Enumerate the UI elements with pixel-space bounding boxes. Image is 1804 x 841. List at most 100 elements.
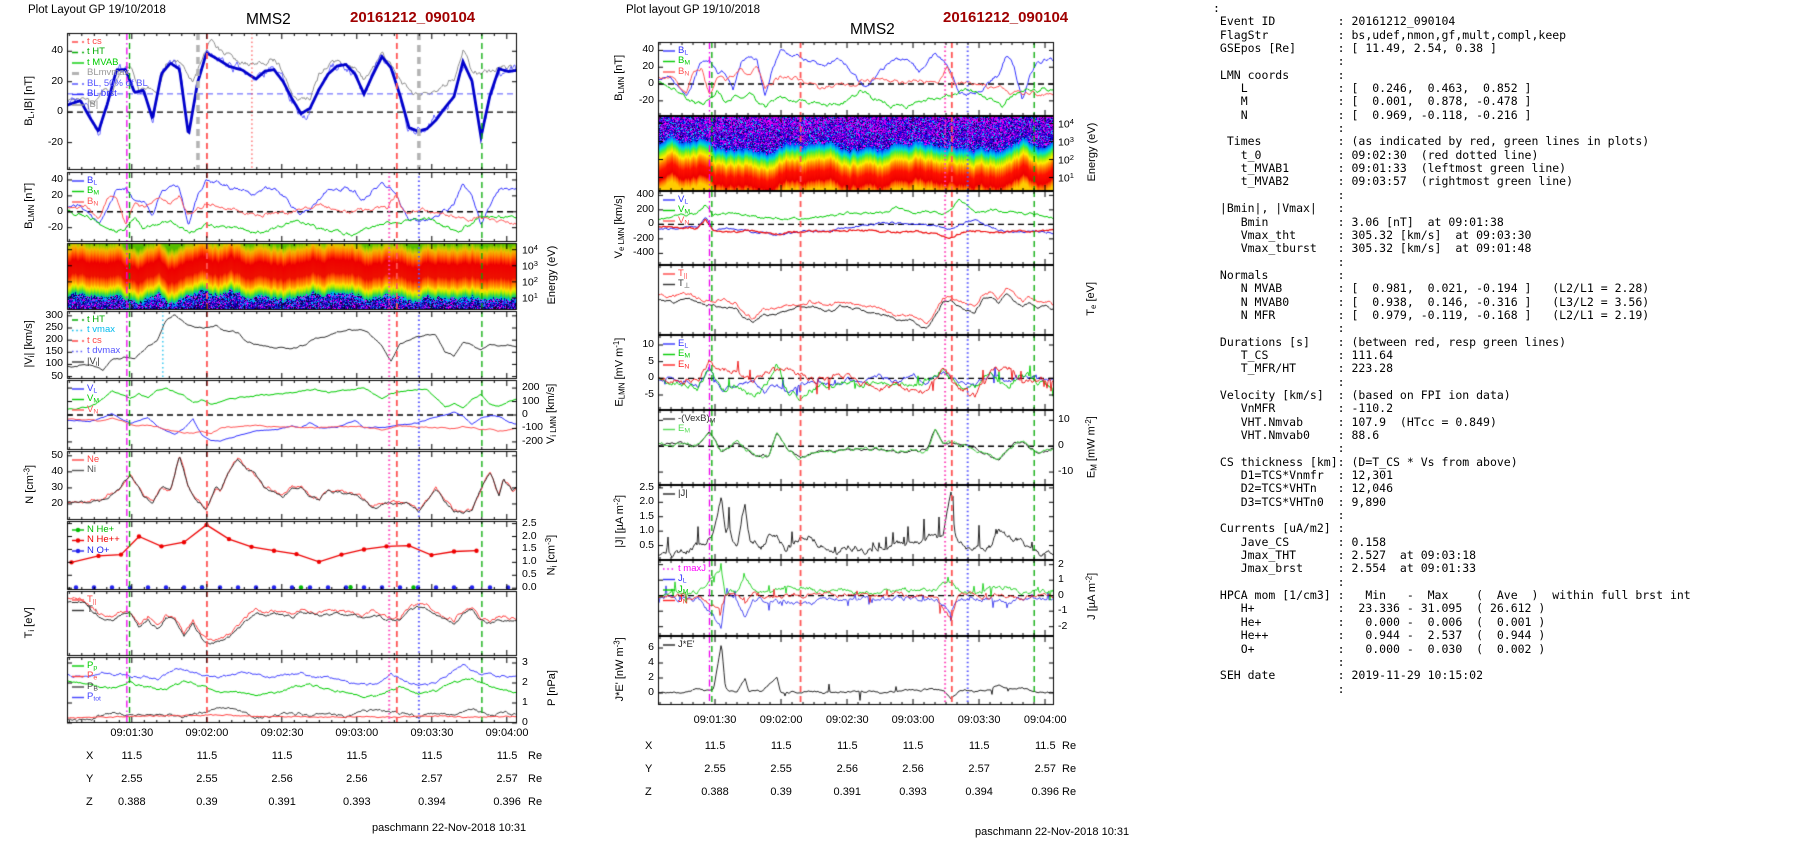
y-axis-title-e-lmn: ELMN [mV m-1] [611,337,627,407]
signature-left: paschmann 22-Nov-2018 10:31 [372,822,527,834]
screenshot-root: Plot Layout GP 19/10/2018 MMS2 20161212_… [0,0,1804,841]
y-tick-label: 104 [1058,116,1074,130]
xyz-cell: 2.57 [968,763,990,775]
legend-label: BN [87,195,99,208]
x-tick-label: 09:02:30 [825,714,869,726]
event-id-left: 20161212_090104 [350,9,476,26]
xyz-row-label: Y [86,773,94,785]
xyz-cell: 2.56 [836,763,858,775]
x-tick-label: 09:02:30 [260,727,304,739]
x-tick-label: 09:02:00 [185,727,229,739]
y-axis-title-ni-minor: Ni [cm-3] [543,534,559,575]
xyz-cell: 11.5 [121,750,143,762]
xyz-cell: 11.5 [968,740,990,752]
y-axis-title-b-lmn: BLMN [nT] [613,54,627,101]
y-tick-label: 101 [522,290,538,305]
y-axis-title-j-lmn: J [µA m-2] [1084,572,1099,620]
y-axis-title-ve-lmn: Ve LMN [km/s] [613,195,627,259]
y-tick-label: -2 [1058,619,1068,632]
legend-label: JN [678,594,688,606]
signature-middle: paschmann 22-Nov-2018 10:31 [975,826,1130,838]
y-tick-label: -10 [1058,465,1074,478]
x-tick-label: 09:03:00 [335,727,379,739]
y-tick-label: -1 [1058,604,1068,617]
xyz-cell: 0.39 [770,786,792,798]
legend-label: BL brst [87,88,117,99]
xyz-unit: Re [528,750,543,762]
y-tick-label: -200 [522,434,544,447]
info-panel-text: : Event ID : 20161212_090104 FlagStr : b… [1213,1,1691,696]
y-axis-title-jdote: J*E' [nW m-3] [612,636,627,701]
xyz-cell: 11.5 [836,740,858,752]
xyz-cell: 11.5 [770,740,792,752]
y-tick-label: 102 [1058,152,1074,166]
y-tick-label: 2.0 [522,529,537,542]
x-tick-label: 09:03:30 [410,727,454,739]
y-tick-label: 2 [1058,557,1064,570]
y-tick-label: 0.5 [522,568,537,581]
y-axis-title-em-vexb: EM [mW m-2] [1083,415,1099,478]
xyz-cell: 2.55 [770,763,792,775]
xyz-cell: 2.55 [704,763,726,775]
xyz-cell: 0.394 [965,786,993,798]
xyz-unit: Re [1062,740,1077,752]
y-tick-label: 1.5 [522,542,537,555]
xyz-cell: 11.5 [346,750,368,762]
legend-label: EM [678,423,691,435]
xyz-cell: 11.5 [421,750,443,762]
xyz-row-label: Z [86,796,93,808]
legend-label: N O+ [87,544,110,556]
spacecraft-title-left: MMS2 [246,11,291,28]
legend-label: T⊥ [678,278,690,290]
y-tick-label: 1 [1058,573,1064,586]
xyz-cell: 0.393 [899,786,927,798]
plot-layout-version-middle: Plot layout GP 19/10/2018 [626,4,761,16]
y-axis-title-vi-mag: |Vi| [km/s] [23,320,37,368]
xyz-cell: 11.5 [196,750,218,762]
y-tick-label: 101 [1058,170,1074,184]
y-tick-label: 100 [522,394,540,407]
legend-label: |J| [678,487,688,499]
x-tick-label: 09:01:30 [110,727,154,739]
y-axis-title-bl-bmag: BL,|B| [nT] [23,75,37,126]
legend-label: t vmax [87,324,115,335]
y-axis-title-b-lmn: BLMN [nT] [23,182,37,229]
y-axis-title-ion-spectrogram: Energy (eV) [545,245,558,304]
legend-label: Ni [87,464,96,475]
xyz-row-label: Z [645,786,652,798]
y-tick-label: 2.5 [522,516,537,529]
legend-label: N He++ [87,534,120,545]
xyz-row-label: X [645,740,653,752]
y-tick-label: 3 [522,656,528,668]
x-tick-label: 09:04:00 [1023,714,1067,726]
y-tick-label: 1.0 [522,555,537,568]
spacecraft-title-middle: MMS2 [850,21,895,38]
legend-label: BN [678,65,690,78]
xyz-unit: Re [528,773,543,785]
xyz-cell: 0.394 [418,796,446,808]
xyz-cell: 2.56 [271,773,293,785]
legend-label: |Vi| [87,355,100,368]
legend-label: VN [678,214,690,227]
event-id-middle: 20161212_090104 [943,9,1069,26]
legend-label: EN [678,358,690,371]
y-axis-title-n-density: N [cm-3] [22,464,37,504]
xyz-cell: 0.391 [268,796,296,808]
y-axis-title-e-spectrogram: Energy (eV) [1085,122,1098,181]
legend-label: Ptot [87,691,101,703]
xyz-unit: Re [1062,786,1077,798]
xyz-row-label: Y [645,763,653,775]
y-tick-label: 0 [522,408,528,420]
y-tick-label: 0 [1058,439,1064,452]
xyz-cell: 11.5 [271,750,293,762]
y-tick-label: -100 [522,421,544,434]
xyz-cell: 0.388 [118,796,146,808]
y-tick-label: 0 [1058,588,1064,601]
y-tick-label: 103 [1058,134,1074,148]
legend-label: |B| [87,98,99,110]
xyz-cell: 2.57 [421,773,443,785]
xyz-cell: 11.5 [704,740,726,752]
x-tick-label: 09:04:00 [485,727,529,739]
xyz-cell: 0.39 [196,796,218,808]
y-axis-title-vi-lmn: Vi LMN [km/s] [545,383,559,445]
